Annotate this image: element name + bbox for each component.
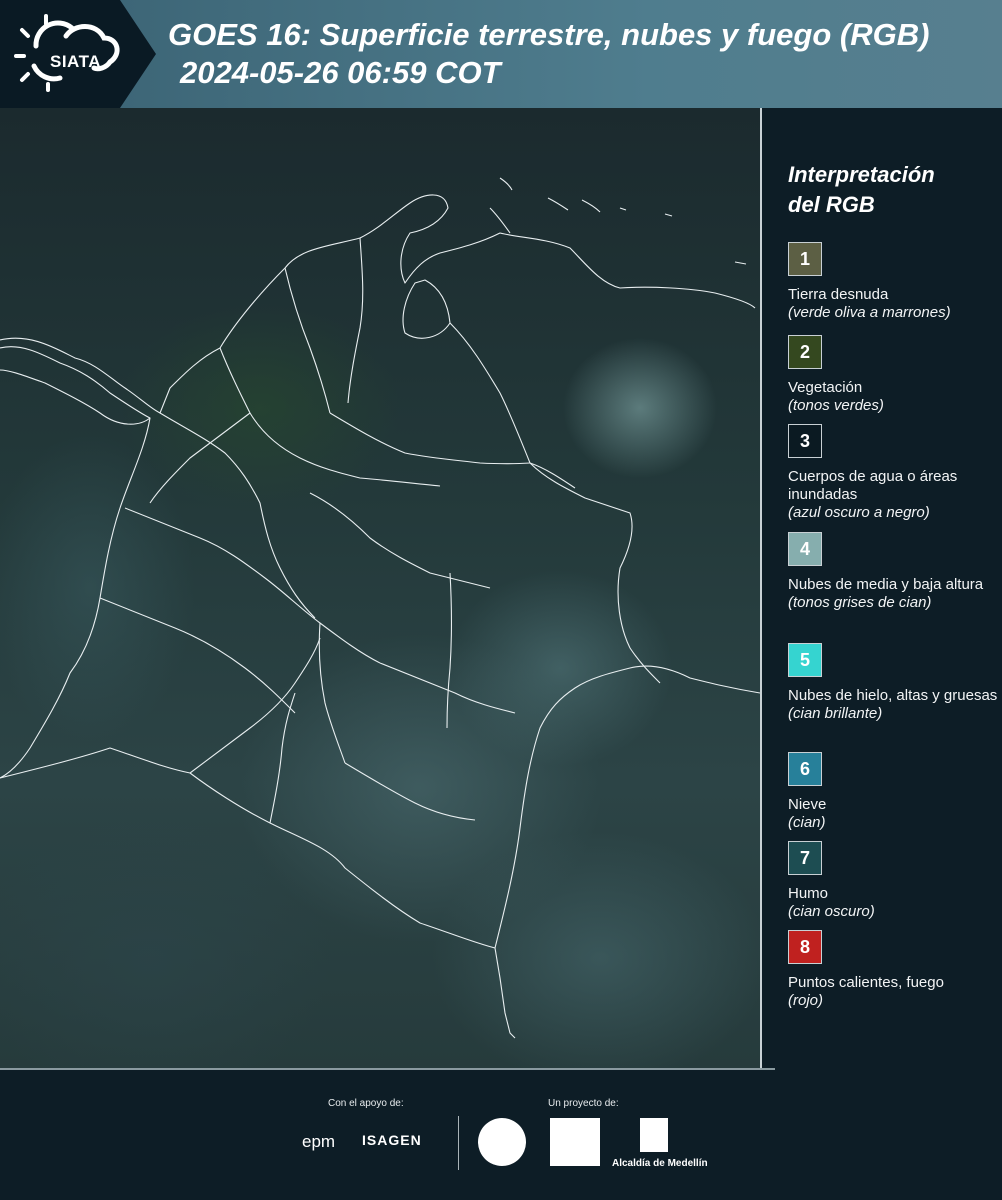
- timestamp: 2024-05-26 06:59 COT: [180, 55, 501, 90]
- legend-item-label: Cuerpos de agua o áreas inundadas: [788, 468, 958, 503]
- project-label: Un proyecto de:: [548, 1098, 619, 1109]
- legend-swatch: 5: [788, 643, 822, 677]
- legend-item: 1 Tierra desnuda (verde oliva a marrones): [788, 242, 998, 322]
- legend-swatch: 1: [788, 242, 822, 276]
- legend-swatch: 7: [788, 841, 822, 875]
- legend-swatch: 2: [788, 335, 822, 369]
- legend-item-note: (cian oscuro): [788, 903, 875, 920]
- legend-swatch: 4: [788, 532, 822, 566]
- legend-swatch: 8: [788, 930, 822, 964]
- alcaldia-logo-text: Alcaldía de Medellín: [612, 1158, 708, 1169]
- legend-item: 2 Vegetación (tonos verdes): [788, 335, 998, 415]
- legend-item-label: Nubes de media y baja altura: [788, 576, 984, 593]
- siata-logo: SIATA: [14, 14, 124, 94]
- map-divider: [760, 108, 762, 1070]
- boundary-lines: [0, 177, 760, 1039]
- legend-item-label: Vegetación: [788, 379, 863, 396]
- legend-item-label: Humo: [788, 885, 829, 902]
- legend-item-note: (tonos verdes): [788, 397, 884, 414]
- legend-swatch: 3: [788, 424, 822, 458]
- legend-item-note: (verde oliva a marrones): [788, 304, 951, 321]
- support-label: Con el apoyo de:: [328, 1098, 404, 1109]
- legend-item-note: (cian brillante): [788, 705, 883, 722]
- footer-divider: [458, 1116, 459, 1170]
- epm-logo: epm: [302, 1132, 336, 1151]
- legend-item: 6 Nieve (cian): [788, 752, 998, 832]
- legend-title: Interpretación del RGB: [788, 160, 998, 220]
- legend-item-note: (azul oscuro a negro): [788, 504, 930, 521]
- header: SIATA GOES 16: Superficie terrestre, nub…: [0, 0, 1002, 108]
- page-title: GOES 16: Superficie terrestre, nubes y f…: [168, 17, 930, 52]
- legend: Interpretación del RGB: [788, 160, 998, 240]
- university-seal-logo: [478, 1118, 526, 1166]
- legend-swatch: 6: [788, 752, 822, 786]
- legend-item: 4 Nubes de media y baja altura (tonos gris…: [788, 532, 998, 612]
- legend-item: 3 Cuerpos de agua o áreas inundadas (azul …: [788, 424, 998, 522]
- alcaldia-shield-icon: [640, 1118, 668, 1152]
- legend-item: 8 Puntos calientes, fuego (rojo): [788, 930, 998, 1010]
- legend-title-line1: Interpretación: [788, 162, 935, 187]
- legend-item: 7 Humo (cian oscuro): [788, 841, 998, 921]
- legend-item-label: Puntos calientes, fuego: [788, 974, 944, 991]
- satellite-map: [0, 108, 760, 1070]
- logo-text: SIATA: [50, 52, 101, 71]
- isagen-logo: ISAGEN: [362, 1132, 422, 1148]
- legend-item-label: Nubes de hielo, altas y gruesas: [788, 687, 998, 704]
- legend-item-label: Nieve: [788, 796, 827, 813]
- footer: Con el apoyo de: Un proyecto de: epm ISA…: [0, 1070, 1002, 1200]
- legend-item: 5 Nubes de hielo, altas y gruesas (cian br…: [788, 643, 998, 723]
- legend-item-label: Tierra desnuda: [788, 286, 889, 303]
- legend-item-note: (tonos grises de cian): [788, 594, 932, 611]
- area-metropolitana-logo: [550, 1118, 600, 1166]
- legend-item-note: (rojo): [788, 992, 824, 1009]
- legend-item-note: (cian): [788, 814, 826, 831]
- legend-title-line2: del RGB: [788, 192, 875, 217]
